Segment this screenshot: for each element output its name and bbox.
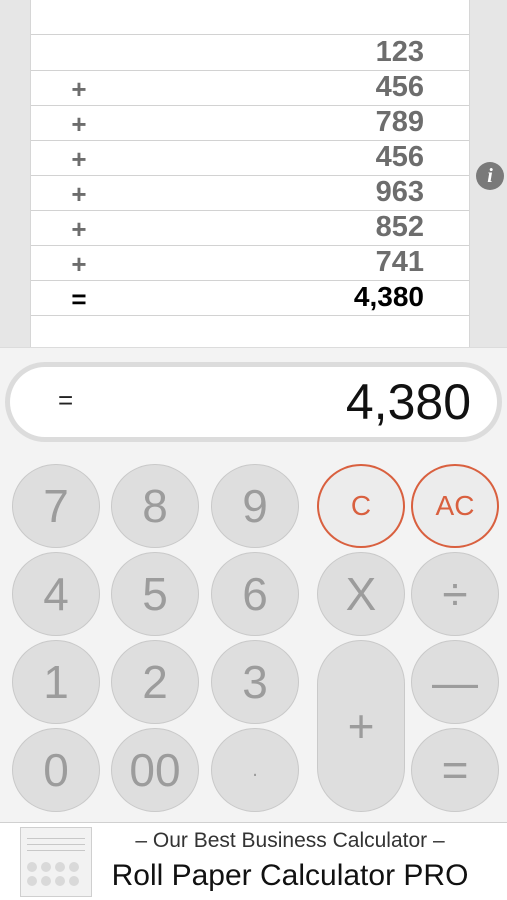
app-thumbnail-icon — [20, 827, 92, 897]
tape-total-row: = 4,380 — [31, 281, 469, 316]
key-8[interactable]: 8 — [111, 464, 199, 548]
result-display: = 4,380 — [5, 362, 502, 442]
tape-row-value: 789 — [375, 106, 424, 138]
divide-button[interactable]: ÷ — [411, 552, 499, 636]
plus-button[interactable]: + — [317, 640, 405, 812]
tape-row-value: 852 — [375, 211, 424, 243]
tape-row — [31, 0, 469, 35]
ad-banner[interactable]: – Our Best Business Calculator – Roll Pa… — [0, 822, 507, 900]
all-clear-button[interactable]: AC — [411, 464, 499, 548]
tape-row-operator: + — [71, 74, 87, 104]
clear-button[interactable]: C — [317, 464, 405, 548]
tape-row-value: 456 — [375, 141, 424, 173]
key-7[interactable]: 7 — [12, 464, 100, 548]
tape-row-operator: + — [71, 144, 87, 174]
equals-button[interactable]: = — [411, 728, 499, 812]
tape-row: 123 — [31, 36, 469, 71]
tape-row: + 963 — [31, 176, 469, 211]
key-3[interactable]: 3 — [211, 640, 299, 724]
keypad-panel: = 4,380 7 8 9 C AC 4 5 6 X ÷ 1 2 3 + — 0… — [0, 347, 507, 822]
tape-row-operator: + — [71, 214, 87, 244]
tape-row: + 852 — [31, 211, 469, 246]
paper-tape[interactable]: 123 + 456 + 789 + 456 + 963 + 852 + 741 … — [30, 0, 470, 347]
tape-row: + 456 — [31, 71, 469, 106]
key-2[interactable]: 2 — [111, 640, 199, 724]
tape-total-value: 4,380 — [353, 281, 424, 312]
info-icon[interactable]: i — [476, 162, 504, 190]
tape-row-operator: + — [71, 109, 87, 139]
ad-title: Roll Paper Calculator PRO — [111, 859, 469, 892]
key-00[interactable]: 00 — [111, 728, 199, 812]
tape-row-value: 123 — [375, 36, 424, 68]
tape-row: + 456 — [31, 141, 469, 176]
key-4[interactable]: 4 — [12, 552, 100, 636]
minus-button[interactable]: — — [411, 640, 499, 724]
tape-row: + 789 — [31, 106, 469, 141]
multiply-button[interactable]: X — [317, 552, 405, 636]
key-9[interactable]: 9 — [211, 464, 299, 548]
tape-row-operator: = — [71, 284, 87, 314]
key-5[interactable]: 5 — [111, 552, 199, 636]
tape-row-value: 456 — [375, 71, 424, 103]
key-0[interactable]: 0 — [12, 728, 100, 812]
display-operator: = — [58, 385, 74, 415]
tape-row-operator: + — [71, 249, 87, 279]
display-value: 4,380 — [345, 374, 471, 430]
tape-row: + 741 — [31, 246, 469, 281]
tape-row-operator: + — [71, 179, 87, 209]
key-1[interactable]: 1 — [12, 640, 100, 724]
key-6[interactable]: 6 — [211, 552, 299, 636]
tape-row-value: 741 — [375, 246, 424, 278]
tape-row-value: 963 — [375, 176, 424, 208]
decimal-button[interactable]: . — [211, 728, 299, 812]
paper-roll-area: 123 + 456 + 789 + 456 + 963 + 852 + 741 … — [0, 0, 507, 347]
ad-tagline: – Our Best Business Calculator – — [135, 829, 445, 852]
result-display-inner: = 4,380 — [10, 367, 497, 437]
